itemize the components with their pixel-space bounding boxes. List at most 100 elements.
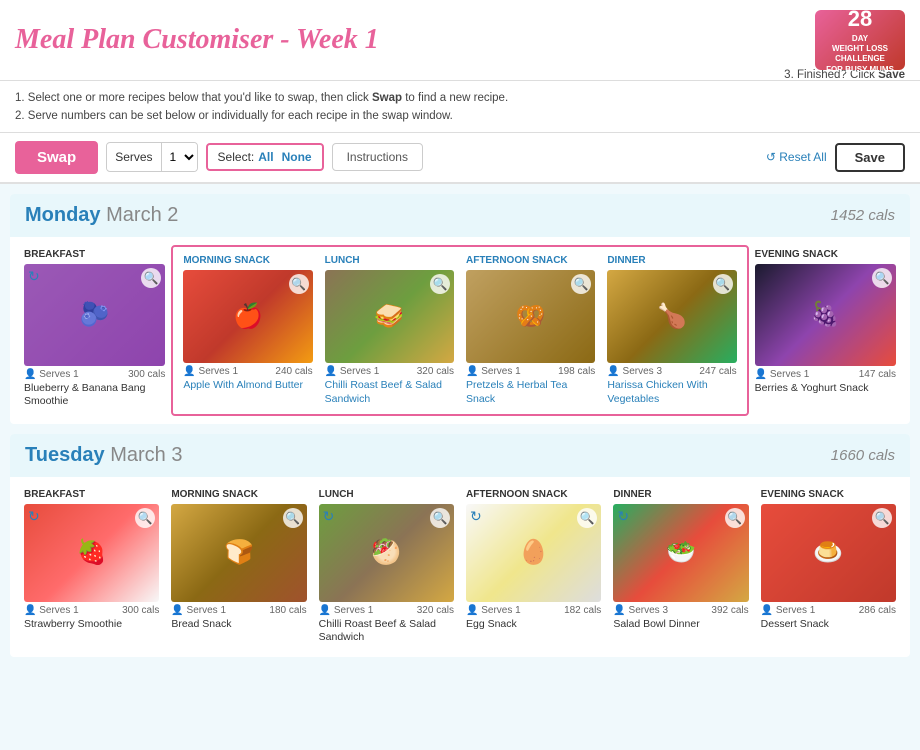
logo-tagline1: WEIGHT LOSS CHALLENGE xyxy=(815,44,905,65)
selected-meals-group: MORNING SNACK🍎🔍👤 Serves 1240 calsApple W… xyxy=(171,245,748,416)
day-cals-monday: 1452 cals xyxy=(831,207,895,224)
refresh-icon[interactable]: ↻ xyxy=(28,508,40,525)
instruction-line1: 1. Select one or more recipes below that… xyxy=(15,89,905,107)
serves-dropdown[interactable]: 1 2 3 4 xyxy=(161,143,197,171)
search-icon[interactable]: 🔍 xyxy=(283,508,303,528)
meal-info: 👤 Serves 1300 cals xyxy=(24,369,165,380)
day-header-tuesday: Tuesday March 31660 cals xyxy=(10,434,910,477)
toolbar-left: Swap Serves 1 2 3 4 Select: All None Ins… xyxy=(15,141,423,174)
search-icon[interactable]: 🔍 xyxy=(872,508,892,528)
meal-info: 👤 Serves 1 300 cals xyxy=(24,605,159,616)
meal-type-label: EVENING SNACK xyxy=(761,489,896,500)
meal-type-label: AFTERNOON SNACK xyxy=(466,255,595,266)
instructions-bar: 3. Finished? Click Save 1. Select one or… xyxy=(0,81,920,133)
days-container: Monday March 21452 calsBREAKFAST🫐↻🔍👤 Ser… xyxy=(0,194,920,657)
meal-image: 🥗↻🔍 xyxy=(613,504,748,601)
meal-serves: 👤 Serves 1 xyxy=(319,605,374,616)
brand-logo: 28 DAY WEIGHT LOSS CHALLENGE FOR BUSY MU… xyxy=(815,10,905,70)
meal-serves: 👤 Serves 1 xyxy=(466,605,521,616)
save-button[interactable]: Save xyxy=(835,143,905,172)
header: Meal Plan Customiser - Week 1 28 DAY WEI… xyxy=(0,0,920,81)
reset-link[interactable]: ↺ Reset All xyxy=(766,150,827,164)
meal-serves: 👤 Serves 1 xyxy=(761,605,816,616)
meal-type-label: MORNING SNACK xyxy=(171,489,306,500)
meal-name[interactable]: Pretzels & Herbal Tea Snack xyxy=(466,379,595,406)
meal-column: LUNCH🥪🔍👤 Serves 1320 calsChilli Roast Be… xyxy=(319,251,460,410)
meal-serves: 👤 Serves 1 xyxy=(171,605,226,616)
select-all-link[interactable]: All xyxy=(258,150,273,164)
meal-name: Chilli Roast Beef & Salad Sandwich xyxy=(319,618,454,645)
meal-cals: 286 cals xyxy=(859,605,896,616)
meal-info: 👤 Serves 1 180 cals xyxy=(171,605,306,616)
day-title-monday: Monday March 2 xyxy=(25,204,178,227)
meal-serves: 👤 Serves 1 xyxy=(24,605,79,616)
search-icon[interactable]: 🔍 xyxy=(289,274,309,294)
refresh-icon[interactable]: ↻ xyxy=(617,508,629,525)
day-date: March 2 xyxy=(106,204,178,226)
meal-column: BREAKFAST 🍓↻🔍 👤 Serves 1 300 cals Strawberry… xyxy=(18,485,165,649)
meal-name: Dessert Snack xyxy=(761,618,896,632)
day-name: Monday xyxy=(25,204,101,226)
search-icon[interactable]: 🔍 xyxy=(430,274,450,294)
search-icon[interactable]: 🔍 xyxy=(872,268,892,288)
day-cals-tuesday: 1660 cals xyxy=(831,447,895,464)
meal-column: MORNING SNACK🍞🔍👤 Serves 1180 calsBread S… xyxy=(165,485,312,649)
meal-info: 👤 Serves 1240 cals xyxy=(183,366,312,377)
meal-cals: 392 cals xyxy=(711,605,748,616)
refresh-icon[interactable]: ↻ xyxy=(323,508,335,525)
meal-column: DINNER🍗🔍👤 Serves 3247 calsHarissa Chicke… xyxy=(601,251,742,410)
logo-day: DAY xyxy=(852,34,868,44)
meal-name: Bread Snack xyxy=(171,618,306,632)
meal-info: 👤 Serves 3 247 cals xyxy=(607,366,736,377)
meal-serves: 👤 Serves 1 xyxy=(755,369,810,380)
meal-name: Blueberry & Banana Bang Smoothie xyxy=(24,382,165,409)
meal-column: EVENING SNACK 🍮🔍 👤 Serves 1 286 cals Dessert… xyxy=(755,485,902,649)
meal-info: 👤 Serves 3392 cals xyxy=(613,605,748,616)
meal-cals: 320 cals xyxy=(417,366,454,377)
meal-serves: 👤 Serves 3 xyxy=(607,366,662,377)
meal-type-label: LUNCH xyxy=(325,255,454,266)
meal-image: 🍇🔍 xyxy=(755,264,896,366)
meals-grid-monday: BREAKFAST🫐↻🔍👤 Serves 1300 calsBlueberry … xyxy=(10,237,910,424)
meal-cals: 247 cals xyxy=(699,366,736,377)
instructions-button[interactable]: Instructions xyxy=(332,143,423,171)
instruction-line2: 2. Serve numbers can be set below or ind… xyxy=(15,107,905,125)
meal-column: AFTERNOON SNACK🥚↻🔍👤 Serves 1182 calsEgg … xyxy=(460,485,607,649)
swap-button[interactable]: Swap xyxy=(15,141,98,174)
meal-image: 🫐↻🔍 xyxy=(24,264,165,366)
meal-serves: 👤 Serves 1 xyxy=(466,366,521,377)
meal-info: 👤 Serves 1 286 cals xyxy=(761,605,896,616)
toolbar-right: ↺ Reset All Save xyxy=(766,143,905,172)
meal-info: 👤 Serves 1 147 cals xyxy=(755,369,896,380)
meals-grid-tuesday: BREAKFAST 🍓↻🔍 👤 Serves 1 300 cals Strawberry… xyxy=(10,477,910,657)
meal-type-label: BREAKFAST xyxy=(24,489,159,500)
meal-cals: 320 cals xyxy=(417,605,454,616)
select-none-link[interactable]: None xyxy=(282,150,312,164)
serves-selector[interactable]: Serves 1 2 3 4 xyxy=(106,142,197,172)
meal-cals: 147 cals xyxy=(859,369,896,380)
select-box: Select: All None xyxy=(206,143,324,171)
refresh-icon[interactable]: ↻ xyxy=(28,268,40,285)
meal-name[interactable]: Chilli Roast Beef & Salad Sandwich xyxy=(325,379,454,406)
refresh-icon[interactable]: ↻ xyxy=(470,508,482,525)
meal-image: 🍓↻🔍 xyxy=(24,504,159,601)
meal-type-label: AFTERNOON SNACK xyxy=(466,489,601,500)
meal-name[interactable]: Apple With Almond Butter xyxy=(183,379,312,393)
select-label: Select: xyxy=(218,150,255,164)
search-icon[interactable]: 🔍 xyxy=(571,274,591,294)
meal-cals: 180 cals xyxy=(269,605,306,616)
meal-cals: 198 cals xyxy=(558,366,595,377)
meal-name[interactable]: Harissa Chicken With Vegetables xyxy=(607,379,736,406)
meal-name: Strawberry Smoothie xyxy=(24,618,159,632)
search-icon[interactable]: 🔍 xyxy=(713,274,733,294)
meal-column: BREAKFAST🫐↻🔍👤 Serves 1300 calsBlueberry … xyxy=(18,245,171,416)
meal-column: LUNCH🥙↻🔍👤 Serves 1320 calsChilli Roast B… xyxy=(313,485,460,649)
serves-label: Serves xyxy=(107,144,160,170)
day-date: March 3 xyxy=(110,444,182,466)
meal-name: Berries & Yoghurt Snack xyxy=(755,382,896,396)
search-icon[interactable]: 🔍 xyxy=(141,268,161,288)
search-icon[interactable]: 🔍 xyxy=(725,508,745,528)
meal-image: 🍮🔍 xyxy=(761,504,896,601)
meal-info: 👤 Serves 1 198 cals xyxy=(466,366,595,377)
meal-cals: 300 cals xyxy=(122,605,159,616)
